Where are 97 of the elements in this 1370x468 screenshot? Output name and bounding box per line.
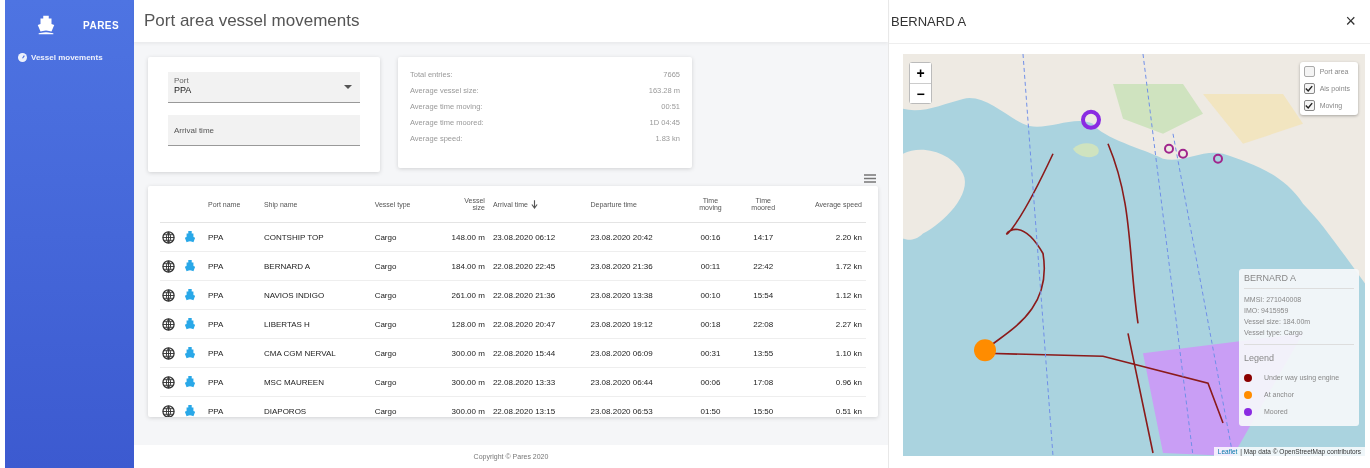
table-cell: 17:08 (753, 377, 774, 387)
port-select[interactable]: Port PPA (168, 72, 360, 103)
table-cell: 22.08.2020 15:44 (492, 348, 556, 358)
checkmark-icon (1305, 102, 1314, 109)
globe-icon[interactable] (162, 346, 175, 360)
table-cell: PPA (208, 232, 224, 242)
legend-title: Legend (1244, 352, 1276, 365)
checkmark-icon (1305, 85, 1314, 92)
table-cell: 22.08.2020 21:36 (492, 290, 556, 300)
ship-icon[interactable] (184, 259, 196, 273)
table-cell: 00:18 (700, 319, 721, 329)
table-cell: PPA (208, 406, 224, 416)
table-cell: PPA (208, 319, 224, 329)
table-cell: 23.08.2020 06:09 (590, 348, 653, 358)
globe-icon[interactable] (162, 317, 175, 331)
ship-icon[interactable] (184, 375, 196, 389)
table-cell: 15:50 (753, 406, 774, 416)
table-cell: PPA (208, 290, 224, 300)
table-cell: 22:08 (753, 319, 774, 329)
table-cell: 2.20 kn (835, 232, 862, 242)
table-cell: DIAPOROS (263, 406, 307, 416)
ship-icon[interactable] (184, 346, 196, 360)
table-cell: 23.08.2020 06:44 (590, 377, 653, 387)
sort-arrow-icon (530, 199, 538, 209)
table-cell: 00:11 (700, 261, 721, 271)
table-cell: Cargo (374, 290, 397, 300)
table-cell: 00:31 (700, 348, 721, 358)
globe-icon[interactable] (162, 230, 175, 244)
table-cell: NAVIOS INDIGO (263, 290, 325, 300)
table-cell: 23.08.2020 19:12 (590, 319, 653, 329)
ship-icon[interactable] (184, 404, 196, 417)
table-cell: 300.00 m (451, 406, 485, 416)
table-cell: 22.08.2020 22:45 (492, 261, 556, 271)
globe-icon[interactable] (162, 375, 175, 389)
checkbox[interactable] (1303, 83, 1315, 94)
table-cell: 0.96 kn (835, 377, 862, 387)
table-cell: CMA CGM NERVAL (263, 348, 336, 358)
table-cell: 2.27 kn (835, 319, 862, 329)
table-cell: 23.08.2020 06:12 (492, 232, 556, 242)
table-cell: 23.08.2020 21:36 (590, 261, 653, 271)
table-cell: Cargo (374, 261, 397, 271)
gauge-icon (18, 53, 27, 62)
table-cell: PPA (208, 348, 224, 358)
checkbox[interactable] (1303, 66, 1315, 77)
globe-icon[interactable] (162, 259, 175, 273)
table-cell: 300.00 m (451, 348, 485, 358)
table-cell: 23.08.2020 06:53 (590, 406, 653, 416)
table-cell: 261.00 m (451, 290, 485, 300)
table-cell: Cargo (374, 232, 397, 242)
table-cell: 22.08.2020 20:47 (492, 319, 556, 329)
globe-icon[interactable] (162, 288, 175, 302)
table-cell: Cargo (374, 348, 397, 358)
table-cell: CONTSHIP TOP (263, 232, 324, 242)
sidebar-item[interactable]: Vessel movements (5, 42, 134, 62)
page-title: Port area vessel movements (144, 11, 360, 31)
table-cell: 15:54 (753, 290, 774, 300)
menu-icon[interactable] (864, 174, 876, 183)
arrival-time-field[interactable]: Arrival time (168, 115, 360, 146)
table-cell: 00:16 (700, 232, 721, 242)
table-cell: Cargo (374, 406, 397, 416)
table-cell: 23.08.2020 20:42 (590, 232, 653, 242)
ship-icon (35, 14, 57, 36)
close-button[interactable]: × (1341, 11, 1360, 32)
table-cell: 22.08.2020 13:33 (492, 377, 556, 387)
table-cell: PPA (208, 377, 224, 387)
table-cell: 300.00 m (451, 377, 485, 387)
table-cell: 128.00 m (451, 319, 485, 329)
table-cell: BERNARD A (263, 261, 311, 271)
vessel-name: BERNARD A (1244, 273, 1354, 289)
table-cell: 1.12 kn (835, 290, 862, 300)
caret-icon (344, 85, 352, 89)
globe-icon[interactable] (162, 404, 175, 417)
brand-name: PARES (83, 19, 120, 31)
table-cell: PPA (208, 261, 224, 271)
table-cell: 1.72 kn (835, 261, 862, 271)
table-cell: 148.00 m (451, 232, 485, 242)
table-cell: 00:10 (700, 290, 721, 300)
checkbox[interactable] (1303, 100, 1315, 111)
table-cell: 14:17 (753, 232, 774, 242)
table-cell: Cargo (374, 377, 397, 387)
ship-icon[interactable] (184, 230, 196, 244)
table-cell: MSC MAUREEN (263, 377, 324, 387)
table-cell: Cargo (374, 319, 397, 329)
table-cell: 1.10 kn (835, 348, 862, 358)
ship-icon[interactable] (184, 288, 196, 302)
table-cell: 184.00 m (451, 261, 485, 271)
table-cell: 23.08.2020 13:38 (590, 290, 653, 300)
zoom-out-button[interactable]: − (910, 83, 931, 103)
table-cell: 01:50 (700, 406, 721, 416)
table-cell: 22.08.2020 13:15 (492, 406, 556, 416)
table-cell: 13:55 (753, 348, 774, 358)
table-cell: LIBERTAS H (263, 319, 310, 329)
ship-icon[interactable] (184, 317, 196, 331)
table-cell: 00:06 (700, 377, 721, 387)
table-cell: 22:42 (753, 261, 774, 271)
panel-title: BERNARD A (891, 14, 967, 29)
table-cell: 0.51 kn (835, 406, 862, 416)
